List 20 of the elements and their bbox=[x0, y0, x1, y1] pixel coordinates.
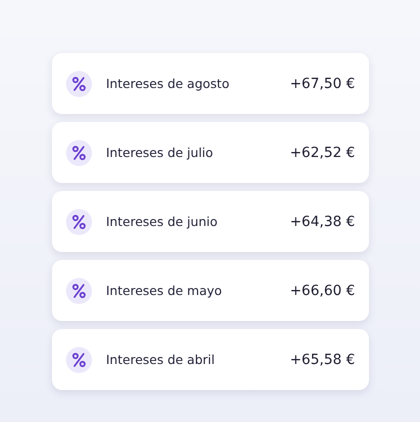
transaction-label: Intereses de agosto bbox=[106, 76, 230, 91]
transaction-card[interactable]: Intereses de julio +62,52 € bbox=[52, 122, 369, 183]
transaction-amount: +65,58 € bbox=[290, 352, 355, 368]
transaction-amount: +62,52 € bbox=[290, 144, 355, 160]
transaction-amount: +64,38 € bbox=[290, 214, 355, 230]
transaction-label: Intereses de mayo bbox=[106, 283, 223, 298]
percent-icon bbox=[66, 278, 92, 304]
transaction-label: Intereses de julio bbox=[106, 145, 214, 160]
percent-icon bbox=[66, 70, 92, 96]
transaction-card[interactable]: Intereses de junio +64,38 € bbox=[52, 191, 369, 252]
transaction-amount: +67,50 € bbox=[290, 76, 355, 92]
transaction-label: Intereses de junio bbox=[106, 214, 218, 229]
percent-icon bbox=[66, 346, 92, 372]
percent-icon bbox=[66, 208, 92, 234]
transaction-amount: +66,60 € bbox=[290, 282, 355, 298]
transaction-label: Intereses de abril bbox=[106, 352, 216, 367]
transaction-card[interactable]: Intereses de mayo +66,60 € bbox=[52, 260, 369, 321]
transaction-card[interactable]: Intereses de agosto +67,50 € bbox=[52, 53, 369, 114]
transaction-card[interactable]: Intereses de abril +65,58 € bbox=[52, 329, 369, 390]
percent-icon bbox=[66, 140, 92, 166]
